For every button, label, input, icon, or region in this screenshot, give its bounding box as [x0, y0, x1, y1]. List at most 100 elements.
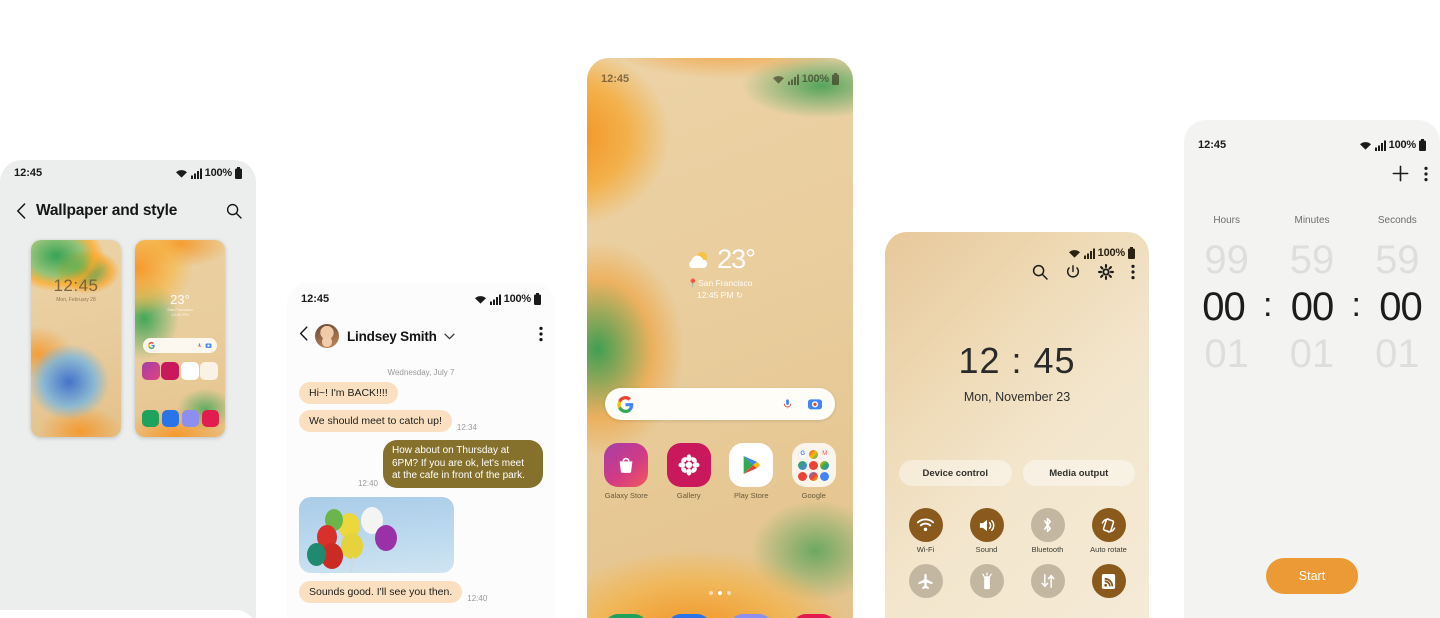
page-dot[interactable]	[709, 591, 713, 595]
start-button[interactable]: Start	[1266, 558, 1358, 594]
phone-panel-wallpaper-and-style: 12:45 100% Wallpaper and style 12:45 Mon…	[0, 160, 256, 618]
google-lens-icon	[205, 343, 212, 348]
avatar[interactable]	[315, 324, 339, 348]
phone-panel-messages: 12:45 100% Lindsey Smith Wednesday, July…	[287, 282, 555, 618]
phone-icon[interactable]	[604, 614, 649, 618]
back-chevron-icon[interactable]	[10, 200, 32, 222]
battery-icon	[832, 73, 839, 85]
internet-icon[interactable]	[729, 614, 774, 618]
messages-icon[interactable]	[666, 614, 711, 618]
message-timestamp: 12:40	[357, 478, 378, 488]
hours-value-above[interactable]: 99	[1184, 238, 1269, 283]
clock-date: Mon, November 23	[963, 390, 1071, 404]
tile-sound[interactable]: Sound	[956, 508, 1017, 554]
preview-dock-icon	[141, 410, 159, 427]
weather-location-row: 📍San Francisco	[587, 278, 853, 289]
message-bubble-incoming[interactable]: We should meet to catch up!	[299, 410, 452, 432]
header-hours: Hours	[1213, 215, 1240, 226]
date-divider: Wednesday, July 7	[387, 368, 455, 377]
message-list: Hi~! I'm BACK!!!! We should meet to catc…	[299, 382, 543, 603]
list-item-my-wallpapers[interactable]: My wallpapers Featured and downloaded	[0, 610, 256, 618]
tile-smart-view[interactable]	[1078, 564, 1139, 602]
message-bubble-incoming[interactable]: Sounds good. I'll see you then.	[299, 580, 463, 603]
location-pin-icon: 📍	[687, 278, 699, 288]
camera-icon[interactable]	[791, 614, 836, 618]
app-google-folder[interactable]: G M Google	[786, 443, 842, 500]
app-label: Google	[801, 491, 826, 500]
app-label: Gallery	[676, 491, 701, 500]
page-dot[interactable]	[727, 591, 731, 595]
galaxy-store-icon	[604, 443, 649, 487]
picker-row-selected: 00 : 00 : 00	[1184, 285, 1440, 330]
tile-auto-rotate[interactable]: Auto rotate	[1078, 508, 1139, 554]
battery-icon	[1419, 139, 1426, 151]
preview-dock-icon	[181, 410, 199, 427]
phone-panel-quick-settings: 100% 12 : 45 Mon, November 23 Device con…	[885, 232, 1149, 618]
home-screen-preview[interactable]: 23° San Francisco 12:45 PM	[135, 240, 225, 437]
hours-value-below[interactable]: 01	[1184, 332, 1269, 377]
settings-gear-icon[interactable]	[1098, 264, 1114, 285]
power-icon[interactable]	[1065, 264, 1081, 285]
status-bar-indicators: 100%	[175, 167, 242, 179]
hours-value-selected[interactable]: 00	[1184, 285, 1263, 330]
phone-panel-timer: 12:45 100% Hours Minutes Seconds 99 59 5…	[1184, 120, 1440, 618]
minutes-value-above[interactable]: 59	[1269, 238, 1354, 283]
tile-airplane-mode[interactable]	[895, 564, 956, 602]
preview-clock-block: 12:45 Mon, February 28	[31, 276, 121, 303]
app-row: Galaxy Store Gallery Play Store G M Goog…	[595, 443, 845, 500]
quick-settings-grid: Wi-Fi Sound Bluetooth Auto rotate	[895, 508, 1139, 612]
message-row: Sounds good. I'll see you then. 12:40	[299, 580, 543, 603]
message-row: We should meet to catch up! 12:34	[299, 410, 543, 432]
preview-app-icon	[180, 362, 199, 380]
picker-row-below: 01 01 01	[1184, 332, 1440, 377]
preview-weather-time: 12:45 PM	[171, 312, 189, 317]
media-output-button[interactable]: Media output	[1022, 460, 1135, 486]
tile-mobile-data[interactable]	[1017, 564, 1078, 602]
partly-cloudy-icon	[689, 251, 708, 268]
tile-label: Wi-Fi	[916, 545, 935, 554]
preview-search-bar	[143, 338, 217, 353]
app-play-store[interactable]: Play Store	[723, 443, 779, 500]
message-bubble-outgoing[interactable]: How about on Thursday at 6PM? If you are…	[383, 440, 543, 488]
seconds-value-below[interactable]: 01	[1355, 332, 1440, 377]
minutes-value-below[interactable]: 01	[1269, 332, 1354, 377]
tile-bluetooth[interactable]: Bluetooth	[1017, 508, 1078, 554]
tile-label: Sound	[975, 545, 998, 554]
tile-wifi[interactable]: Wi-Fi	[895, 508, 956, 554]
timer-picker[interactable]: 99 59 59 00 : 00 : 00 01 01 01	[1184, 238, 1440, 377]
minutes-value-selected[interactable]: 00	[1272, 285, 1351, 330]
status-bar: 100%	[885, 240, 1149, 266]
plus-icon[interactable]	[1391, 164, 1410, 188]
more-vertical-icon[interactable]	[539, 326, 543, 347]
balloons-photo[interactable]	[299, 496, 454, 573]
app-label: Galaxy Store	[604, 491, 648, 500]
seconds-value-selected[interactable]: 00	[1361, 285, 1440, 330]
wifi-icon	[908, 508, 943, 542]
flashlight-icon	[969, 564, 1004, 599]
weather-time: 12:45 PM	[697, 290, 734, 300]
wallpaper-previews: 12:45 Mon, February 28 23° San Francisco…	[0, 240, 256, 437]
back-chevron-icon[interactable]	[299, 326, 309, 346]
search-icon[interactable]	[222, 199, 246, 223]
search-icon[interactable]	[1032, 264, 1048, 285]
message-bubble-incoming[interactable]: Hi~! I'm BACK!!!!	[299, 382, 398, 404]
google-search-bar[interactable]	[605, 388, 835, 420]
device-control-button[interactable]: Device control	[899, 460, 1012, 486]
weather-widget[interactable]: 23° 📍San Francisco 12:45 PM ↻	[587, 244, 853, 301]
timer-toolbar	[1391, 164, 1428, 188]
microphone-icon[interactable]	[782, 396, 793, 412]
tile-flashlight[interactable]	[956, 564, 1017, 602]
chevron-down-icon[interactable]	[444, 327, 455, 345]
header-seconds: Seconds	[1377, 215, 1417, 226]
page-dot-active[interactable]	[718, 591, 722, 595]
more-vertical-icon[interactable]	[1131, 264, 1135, 285]
refresh-icon[interactable]: ↻	[736, 290, 743, 300]
lock-screen-preview[interactable]: 12:45 Mon, February 28	[31, 240, 121, 437]
battery-percent: 100%	[1388, 139, 1417, 151]
signal-icon	[489, 294, 501, 305]
seconds-value-above[interactable]: 59	[1355, 238, 1440, 283]
google-lens-icon[interactable]	[807, 396, 823, 412]
more-vertical-icon[interactable]	[1424, 166, 1428, 187]
app-gallery[interactable]: Gallery	[661, 443, 717, 500]
app-galaxy-store[interactable]: Galaxy Store	[598, 443, 654, 500]
